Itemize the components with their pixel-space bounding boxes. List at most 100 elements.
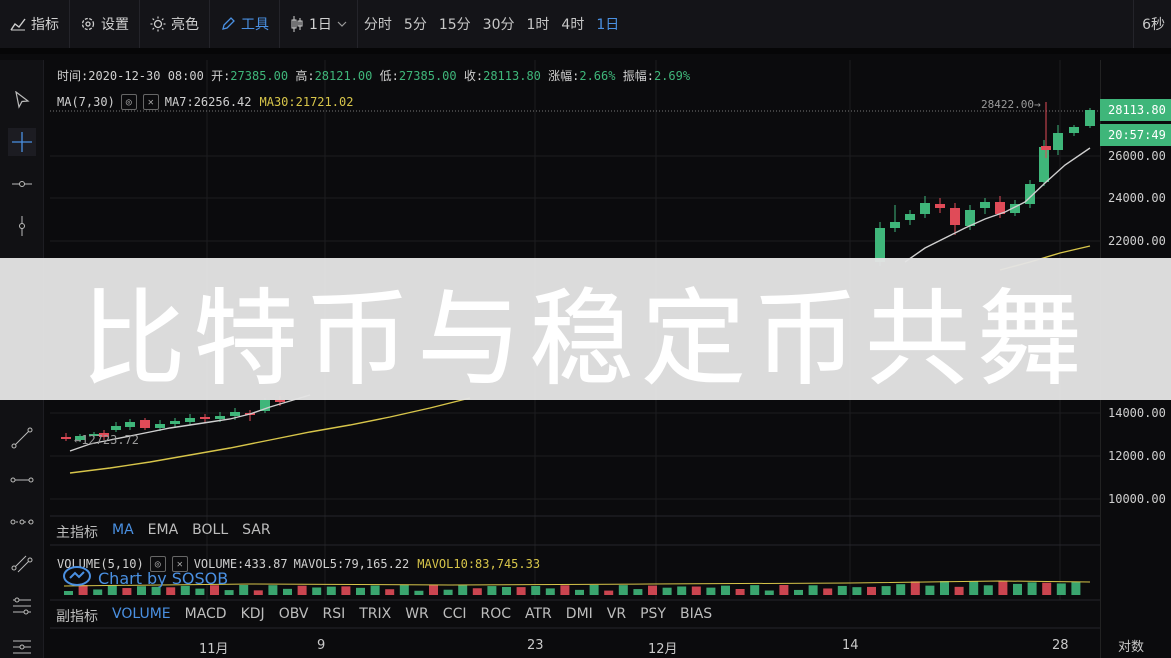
- sub-indicator-option[interactable]: CCI: [443, 606, 467, 626]
- volume-bar: [545, 588, 555, 595]
- main-indicator-option[interactable]: EMA: [148, 522, 179, 542]
- sub-indicator-option[interactable]: PSY: [640, 606, 666, 626]
- close-label: 收:: [463, 69, 484, 83]
- sub-indicator-option[interactable]: KDJ: [241, 606, 265, 626]
- period-option[interactable]: 15分: [433, 0, 477, 48]
- price-axis-tick: 24000.00: [1108, 191, 1166, 205]
- parallel-line-tool-icon[interactable]: [8, 550, 36, 578]
- watermark-text: Chart by SOSOB: [98, 568, 229, 588]
- volume-bar: [691, 586, 701, 595]
- refresh-indicator: 6秒: [1133, 0, 1165, 48]
- sub-indicator-option[interactable]: TRIX: [359, 606, 391, 626]
- eye-icon[interactable]: ◎: [120, 94, 137, 110]
- sub-indicator-option[interactable]: RSI: [322, 606, 345, 626]
- main-indicator-option[interactable]: SAR: [242, 522, 270, 542]
- low-price-marker: ←12723.72: [74, 433, 139, 447]
- candle-body: [61, 437, 71, 439]
- close-icon[interactable]: ✕: [142, 94, 159, 110]
- main-indicator-option[interactable]: BOLL: [192, 522, 228, 542]
- crosshair-tool-icon[interactable]: [8, 128, 36, 156]
- volume-bar: [677, 586, 687, 595]
- time-axis-label: 9: [317, 638, 326, 653]
- volume-bar: [910, 581, 920, 595]
- settings-button[interactable]: 设置: [70, 0, 140, 48]
- interval-label: 1日: [309, 17, 332, 33]
- volume-bar: [575, 589, 584, 595]
- ma-name: MA(7,30): [57, 95, 115, 109]
- volume-value: 433.87: [244, 557, 288, 571]
- period-option[interactable]: 1时: [521, 0, 556, 48]
- candle-body: [111, 426, 121, 430]
- volume-bar: [837, 585, 847, 595]
- sub-indicator-option[interactable]: VR: [607, 606, 626, 626]
- high-value: 28121.00: [314, 69, 373, 83]
- sub-indicator-option[interactable]: ROC: [480, 606, 511, 626]
- period-option[interactable]: 4时: [555, 0, 590, 48]
- main-indicator-label: 主指标: [56, 525, 98, 541]
- main-indicator-option[interactable]: MA: [112, 522, 134, 542]
- sun-icon: [150, 16, 166, 32]
- sub-indicator-option[interactable]: VOLUME: [112, 606, 171, 626]
- price-axis-tick: 12000.00: [1108, 449, 1166, 463]
- volume-bar: [458, 585, 468, 595]
- sub-indicator-option[interactable]: MACD: [185, 606, 227, 626]
- mavol5-label: MAVOL5:: [293, 557, 345, 571]
- volume-bar: [808, 585, 818, 595]
- horizontal-line-tool-icon[interactable]: [8, 170, 36, 198]
- volume-bar: [64, 591, 73, 595]
- candle-body: [1053, 133, 1063, 150]
- log-scale-toggle[interactable]: 对数: [1118, 636, 1144, 655]
- pointer-tool-icon[interactable]: [8, 86, 36, 114]
- volume-bar: [779, 585, 789, 595]
- sub-indicator-option[interactable]: ATR: [525, 606, 552, 626]
- amplitude-value: 2.69%: [653, 69, 691, 83]
- volume-bar: [633, 589, 643, 595]
- volume-bar: [312, 587, 322, 595]
- change-value: 2.66%: [579, 69, 616, 83]
- volume-bar: [1071, 581, 1081, 595]
- banner-title: 比特币与稳定币共舞: [81, 277, 1090, 400]
- mavol5-value: 79,165.22: [344, 557, 410, 571]
- volume-bar: [721, 585, 730, 595]
- gann-tool-icon[interactable]: [8, 632, 36, 658]
- fibonacci-tool-icon[interactable]: [8, 592, 36, 620]
- candle-body: [140, 420, 150, 428]
- theme-toggle-button[interactable]: 亮色: [140, 0, 210, 48]
- interval-dropdown[interactable]: 1日: [280, 0, 358, 48]
- sub-indicator-option[interactable]: DMI: [566, 606, 593, 626]
- period-option[interactable]: 30分: [477, 0, 521, 48]
- trend-line-tool-icon[interactable]: [8, 424, 36, 452]
- sub-indicator-option[interactable]: WR: [405, 606, 429, 626]
- volume-bar: [341, 586, 351, 595]
- theme-label: 亮色: [171, 17, 199, 33]
- volume-bar: [925, 585, 935, 595]
- volume-bar: [618, 585, 628, 595]
- candle-body: [170, 421, 180, 424]
- low-value: 27385.00: [398, 69, 457, 83]
- period-option[interactable]: 分时: [358, 0, 398, 48]
- mavol10-label: MAVOL10:: [417, 557, 476, 571]
- period-option[interactable]: 1日: [590, 0, 625, 48]
- volume-bar: [662, 587, 672, 595]
- sosob-logo-icon: [62, 565, 92, 591]
- vertical-line-tool-icon[interactable]: [8, 212, 36, 240]
- candle-body: [185, 418, 195, 422]
- volume-bar: [283, 588, 292, 595]
- pencil-icon: [220, 16, 236, 32]
- volume-bar: [750, 585, 760, 595]
- price-channel-tool-icon[interactable]: [8, 508, 36, 536]
- volume-bar: [429, 585, 438, 595]
- sub-indicator-option[interactable]: BIAS: [680, 606, 712, 626]
- candle-body: [1069, 127, 1079, 133]
- ray-tool-icon[interactable]: [8, 466, 36, 494]
- tools-button[interactable]: 工具: [210, 0, 280, 48]
- volume-bar: [326, 586, 336, 595]
- high-price-marker-text: 28422.00→: [981, 98, 1041, 111]
- period-option[interactable]: 5分: [398, 0, 433, 48]
- main-indicator-bar: 主指标 MA EMA BOLL SAR: [56, 522, 271, 542]
- volume-bar: [239, 585, 249, 595]
- current-price-value: 28113.80: [1108, 103, 1166, 117]
- mavol10-value: 83,745.33: [475, 557, 541, 571]
- indicators-button[interactable]: 指标: [0, 0, 70, 48]
- sub-indicator-option[interactable]: OBV: [279, 606, 309, 626]
